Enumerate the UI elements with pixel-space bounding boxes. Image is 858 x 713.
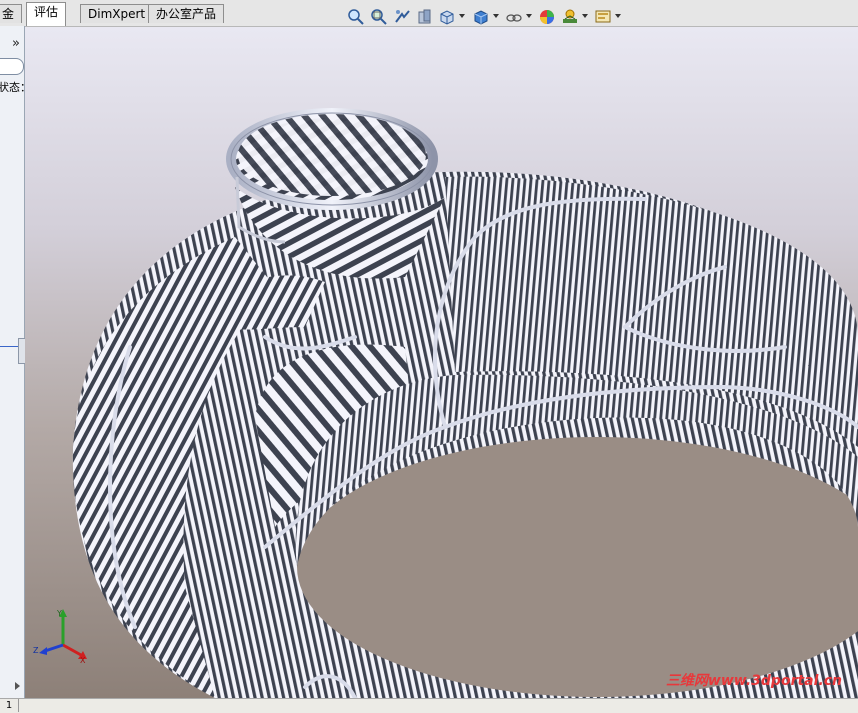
apply-scene-icon[interactable] — [561, 8, 579, 26]
hide-show-items-icon[interactable] — [505, 8, 523, 26]
y-axis-label: Y — [56, 609, 62, 618]
x-axis-label: X — [80, 656, 86, 663]
view-orientation-icon[interactable] — [438, 8, 456, 26]
chevron-right-icon[interactable] — [15, 682, 20, 690]
tab-evaluate[interactable]: 评估 — [26, 2, 67, 26]
tab-sheet-metal[interactable]: 金 — [0, 4, 23, 23]
zebra-stripes-model[interactable] — [25, 27, 858, 698]
section-view-icon[interactable] — [416, 8, 434, 26]
tab-label: DimXpert — [88, 7, 146, 21]
axis-triad: Y X Z — [33, 609, 87, 663]
graphics-viewport[interactable]: Y X Z 三维网www.3dportal.cn — [25, 27, 858, 698]
tab-label: 评估 — [34, 5, 59, 19]
rollback-bar[interactable] — [0, 346, 20, 347]
tab-office-products[interactable]: 办公室产品 — [148, 4, 225, 23]
command-manager-tabbar: 金 评估 DimXpert 办公室产品 — [0, 0, 858, 27]
edit-appearance-icon[interactable] — [538, 8, 556, 26]
expand-panel-button[interactable]: » — [12, 36, 20, 51]
tab-label: 金 — [2, 7, 15, 21]
chevron-down-icon[interactable] — [459, 14, 465, 18]
sheet-tab[interactable]: 1 — [0, 699, 19, 712]
tab-dimxpert[interactable]: DimXpert — [80, 4, 154, 23]
chevron-down-icon[interactable] — [493, 14, 499, 18]
zoom-to-fit-icon[interactable] — [347, 8, 365, 26]
chevron-down-icon[interactable] — [615, 14, 621, 18]
chevron-down-icon[interactable] — [526, 14, 532, 18]
chevron-down-icon[interactable] — [582, 14, 588, 18]
previous-view-icon[interactable] — [393, 8, 411, 26]
tab-label: 办公室产品 — [156, 7, 217, 21]
filter-input[interactable] — [0, 58, 24, 75]
display-style-icon[interactable] — [472, 8, 490, 26]
status-bar: 1 — [0, 698, 858, 713]
feature-manager-panel: » 状态： — [0, 26, 31, 698]
view-settings-icon[interactable] — [594, 8, 612, 26]
watermark-text: 三维网www.3dportal.cn — [665, 673, 842, 689]
zoom-to-area-icon[interactable] — [370, 8, 388, 26]
z-axis-label: Z — [33, 646, 39, 655]
